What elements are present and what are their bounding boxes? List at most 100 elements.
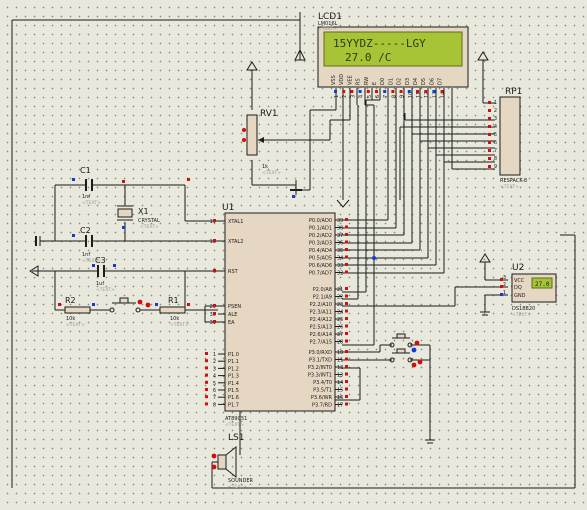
u1-pin-name: P0.6/AD6 bbox=[309, 263, 332, 269]
u1-pin-name: P2.7/A15 bbox=[310, 340, 332, 346]
ls1-model: SOUNDER bbox=[228, 478, 254, 484]
u1-pin-marker bbox=[345, 380, 348, 383]
u1-pin-marker bbox=[345, 350, 348, 353]
u1-pin-marker bbox=[205, 366, 208, 370]
u1-pin-marker bbox=[213, 312, 216, 315]
rp1-body bbox=[499, 96, 521, 176]
lcd-display: 15YYDZ-----LGY 27.0 /C LCD1 LM016L <TEXT… bbox=[317, 12, 469, 98]
lcd-pin-number: 1 bbox=[334, 95, 340, 98]
u2-model: DS18B20 bbox=[512, 306, 535, 312]
resistor-pack-rp1: RP1 RESPACK-8 <TEXT> 1 2 3 4 5 6 7 8 9 bbox=[488, 87, 527, 190]
x1-ghost-text: <TEXT> bbox=[140, 224, 159, 230]
u1-pin-number: 1 bbox=[213, 352, 216, 358]
u1-pin-marker bbox=[345, 339, 348, 343]
u2-reading: 27.0 bbox=[535, 281, 550, 288]
u1-pin-marker bbox=[213, 219, 216, 222]
lcd-pin-marker bbox=[383, 90, 387, 93]
rp1-pins: 1 2 3 4 5 6 7 8 9 bbox=[488, 100, 497, 170]
lcd-pin-name: VEE bbox=[347, 75, 353, 85]
lcd-pin-number: 6 bbox=[375, 95, 381, 98]
lcd-pin-name: D4 bbox=[413, 78, 419, 85]
u1-pin-number: 14 bbox=[337, 380, 343, 386]
u1-pin-number: 26 bbox=[337, 325, 343, 331]
u1-pin-marker bbox=[345, 372, 348, 376]
c3-ref: C3 bbox=[95, 256, 106, 265]
lcd-pin-marker bbox=[366, 90, 370, 93]
u1-pin-number: 15 bbox=[337, 388, 343, 394]
u1-pin-name: P1.1 bbox=[228, 359, 239, 365]
u1-pin-name: ALE bbox=[228, 312, 237, 318]
lcd-pin-marker bbox=[375, 90, 378, 93]
r1-ref: R1 bbox=[168, 296, 179, 305]
u1-pin-marker bbox=[205, 395, 208, 399]
u1-pin-name: P2.1/A9 bbox=[313, 295, 332, 301]
rp1-pin-number: 8 bbox=[494, 156, 497, 162]
c2-ref: C2 bbox=[80, 226, 91, 235]
rp1-pin-marker bbox=[488, 117, 491, 120]
u1-pin-name: XTAL1 bbox=[228, 219, 243, 225]
u1-pin-marker bbox=[345, 233, 348, 236]
u1-pin-name: P0.1/AD1 bbox=[309, 226, 332, 232]
u1-pin-name: P1.4 bbox=[228, 381, 239, 387]
lcd-pin-name: E bbox=[372, 82, 378, 85]
c1-value: 1nf bbox=[82, 194, 90, 200]
u1-pin-name: P0.5/AD5 bbox=[309, 256, 332, 262]
u1-pin-name: P0.7/AD7 bbox=[309, 271, 332, 277]
u1-pin-marker bbox=[205, 402, 208, 406]
u1-pin-name: P2.2/A10 bbox=[310, 302, 332, 308]
u1-pin-marker bbox=[345, 309, 348, 313]
rp1-pin-number: 2 bbox=[494, 108, 497, 114]
capacitor-c1: C1 1nf <TEXT> bbox=[80, 166, 101, 206]
key-switch-2[interactable] bbox=[389, 348, 423, 368]
u1-pin-name: P2.3/A11 bbox=[310, 310, 332, 316]
u1-pin-number: 38 bbox=[337, 226, 343, 232]
u1-pin-number: 25 bbox=[337, 317, 343, 323]
u1-pin-number: 13 bbox=[337, 373, 343, 379]
u2-ghost-text: <TEXT> bbox=[512, 312, 531, 318]
u1-pin-name: PSEN bbox=[228, 304, 241, 310]
u1-pin-name: P2.4/A12 bbox=[310, 317, 332, 323]
u1-pin-marker bbox=[345, 357, 348, 361]
u1-pin-marker bbox=[345, 365, 348, 368]
u1-pin-marker bbox=[345, 332, 348, 335]
u1-pin-name: P3.1/TXD bbox=[309, 358, 332, 364]
u2-pin-number: 1 bbox=[503, 290, 506, 296]
c2-value: 1nf bbox=[82, 252, 90, 258]
lcd-pin-marker bbox=[424, 90, 428, 93]
rv1-ghost-text: <TEXT> bbox=[262, 170, 281, 176]
lcd-pin-marker bbox=[432, 90, 436, 93]
u1-pin-marker bbox=[213, 239, 216, 242]
u1-pin-marker bbox=[345, 402, 348, 406]
u1-pin-number: 16 bbox=[337, 395, 343, 401]
lcd-pin-name: D1 bbox=[388, 78, 394, 85]
u1-pin-number: 28 bbox=[337, 340, 343, 346]
rp1-pin-number: 3 bbox=[494, 116, 497, 122]
u1-pin-number: 6 bbox=[213, 388, 216, 394]
lcd-pin-number: 7 bbox=[383, 95, 389, 98]
rp1-pin-number: 5 bbox=[494, 132, 497, 138]
u1-pin-number: 36 bbox=[337, 241, 343, 247]
u1-pin-number: 5 bbox=[213, 381, 216, 387]
u1-pin-name: RST bbox=[228, 269, 239, 275]
u1-pin-name: P2.0/A8 bbox=[313, 287, 332, 293]
rp1-pin-marker bbox=[488, 157, 491, 160]
c3-value: 1uf bbox=[96, 281, 104, 287]
u1-pin-number: 39 bbox=[337, 218, 343, 224]
rp1-pin-number: 7 bbox=[494, 148, 497, 154]
resistor-r2: R2 10k <TEXT> bbox=[64, 296, 91, 328]
lcd-pin-marker bbox=[407, 90, 411, 93]
u1-ghost-text: <TEXT> bbox=[225, 422, 244, 428]
lcd-pin-name: D2 bbox=[397, 78, 403, 85]
u1-pin-marker bbox=[345, 263, 348, 266]
u2-pin-name: DQ bbox=[514, 285, 522, 291]
lcd-pin-marker bbox=[342, 90, 346, 93]
u1-pin-name: P2.5/A13 bbox=[310, 325, 332, 331]
u1-pin-marker bbox=[345, 270, 348, 274]
u1-pin-number: 3 bbox=[213, 366, 216, 372]
rv1-probe-icon[interactable] bbox=[242, 138, 246, 142]
lcd-pin-name: D0 bbox=[380, 78, 386, 85]
u1-pin-number: 34 bbox=[337, 256, 343, 262]
rv1-probe-icon[interactable] bbox=[242, 128, 246, 132]
lcd-pin-number: 3 bbox=[350, 95, 356, 98]
lcd-pin-number: 8 bbox=[391, 95, 397, 98]
